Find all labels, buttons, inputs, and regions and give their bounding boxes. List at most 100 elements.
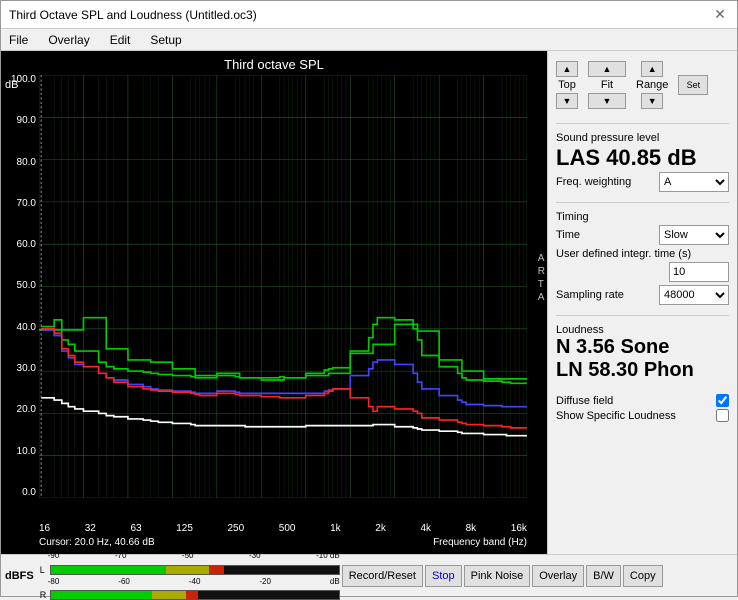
show-specific-label: Show Specific Loudness bbox=[556, 410, 676, 422]
fit-up-button[interactable]: ▲ bbox=[588, 61, 626, 77]
tick-minus90: -90 bbox=[48, 551, 60, 560]
nav-controls: ▲ Top ▼ ▲ Fit ▼ ▲ Range ▼ Set bbox=[556, 57, 729, 113]
tick-minus60: -60 bbox=[118, 577, 130, 586]
l-meter-fill-green bbox=[51, 566, 166, 574]
main-window: Third Octave SPL and Loudness (Untitled.… bbox=[0, 0, 738, 597]
spl-section: Sound pressure level LAS 40.85 dB Freq. … bbox=[556, 123, 729, 194]
main-content: Third octave SPL ARTA dB 100.0 90.0 80.0… bbox=[1, 51, 737, 554]
l-channel-label: L bbox=[40, 565, 48, 575]
l-meter-row: L bbox=[40, 565, 340, 575]
tick-db: dB bbox=[330, 577, 340, 586]
top-up-button[interactable]: ▲ bbox=[556, 61, 578, 77]
loudness-n-value: N 3.56 Sone bbox=[556, 336, 729, 359]
show-specific-row: Show Specific Loudness bbox=[556, 409, 729, 422]
spl-value: LAS 40.85 dB bbox=[556, 146, 729, 170]
checkboxes-section: Diffuse field Show Specific Loudness bbox=[556, 392, 729, 424]
x-tick-250: 250 bbox=[228, 523, 245, 534]
chart-plot bbox=[39, 75, 527, 498]
set-button[interactable]: Set bbox=[678, 75, 708, 95]
time-select[interactable]: Slow Fast Impulse bbox=[659, 225, 729, 245]
close-button[interactable]: ✕ bbox=[711, 6, 729, 24]
meter-labels-bottom: -80 -60 -40 -20 dB bbox=[40, 577, 340, 589]
x-axis-label: Frequency band (Hz) bbox=[433, 537, 527, 548]
x-tick-16k: 16k bbox=[511, 523, 527, 534]
pink-noise-button[interactable]: Pink Noise bbox=[464, 565, 531, 587]
sampling-rate-select[interactable]: 44100 48000 96000 bbox=[659, 285, 729, 305]
r-meter-fill-green bbox=[51, 591, 152, 599]
y-axis-label: dB bbox=[5, 79, 18, 91]
x-tick-8k: 8k bbox=[466, 523, 477, 534]
copy-button[interactable]: Copy bbox=[623, 565, 663, 587]
x-tick-4k: 4k bbox=[420, 523, 431, 534]
menu-overlay[interactable]: Overlay bbox=[44, 32, 93, 48]
freq-weighting-label: Freq. weighting bbox=[556, 176, 631, 188]
tick-minus30: -30 bbox=[249, 551, 261, 560]
meter-labels-top: -90 -70 -50 -30 -10 dB bbox=[40, 551, 340, 563]
diffuse-field-checkbox[interactable] bbox=[716, 394, 729, 407]
freq-weighting-select[interactable]: A B C Z bbox=[659, 172, 729, 192]
tick-minus10db: -10 dB bbox=[316, 551, 340, 560]
chart-area: Third octave SPL ARTA dB 100.0 90.0 80.0… bbox=[1, 51, 547, 554]
r-meter-row: R bbox=[40, 590, 340, 600]
cursor-info: Cursor: 20.0 Hz, 40.66 dB bbox=[39, 537, 155, 548]
x-tick-2k: 2k bbox=[375, 523, 386, 534]
l-meter-fill-red bbox=[209, 566, 223, 574]
sampling-rate-row: Sampling rate 44100 48000 96000 bbox=[556, 285, 729, 305]
fit-down-button[interactable]: ▼ bbox=[588, 93, 626, 109]
range-nav-group: ▲ Range ▼ bbox=[636, 61, 668, 109]
timing-label: Timing bbox=[556, 211, 729, 223]
bottom-bar: dBFS -90 -70 -50 -30 -10 dB L bbox=[1, 554, 737, 596]
user-integr-row: User defined integr. time (s) bbox=[556, 248, 729, 282]
menu-setup[interactable]: Setup bbox=[146, 32, 185, 48]
time-label: Time bbox=[556, 229, 580, 241]
y-axis: 100.0 90.0 80.0 70.0 60.0 50.0 40.0 30.0… bbox=[1, 75, 39, 498]
diffuse-field-label: Diffuse field bbox=[556, 395, 613, 407]
r-meter-fill-yellow bbox=[152, 591, 187, 599]
fit-nav-group: ▲ Fit ▼ bbox=[588, 61, 626, 109]
top-nav-group: ▲ Top ▼ bbox=[556, 61, 578, 109]
l-meter-fill-yellow bbox=[166, 566, 209, 574]
menu-edit[interactable]: Edit bbox=[106, 32, 135, 48]
tick-minus40: -40 bbox=[189, 577, 201, 586]
diffuse-field-row: Diffuse field bbox=[556, 394, 729, 407]
freq-weighting-row: Freq. weighting A B C Z bbox=[556, 172, 729, 192]
action-buttons: Record/Reset Stop Pink Noise Overlay B/W… bbox=[342, 565, 663, 587]
bottom-labels: Cursor: 20.0 Hz, 40.66 dB Frequency band… bbox=[39, 537, 527, 548]
tick-minus80: -80 bbox=[48, 577, 60, 586]
dbfs-label: dBFS bbox=[5, 570, 34, 582]
overlay-button[interactable]: Overlay bbox=[532, 565, 584, 587]
l-meter-bar bbox=[50, 565, 340, 575]
x-axis: 16 32 63 125 250 500 1k 2k 4k 8k 16k bbox=[39, 523, 527, 534]
chart-title: Third octave SPL bbox=[1, 53, 547, 74]
top-down-button[interactable]: ▼ bbox=[556, 93, 578, 109]
set-nav-group: Set bbox=[678, 57, 708, 113]
timing-section: Timing Time Slow Fast Impulse User defin… bbox=[556, 202, 729, 307]
show-specific-checkbox[interactable] bbox=[716, 409, 729, 422]
loudness-label: Loudness bbox=[556, 324, 729, 336]
range-up-button[interactable]: ▲ bbox=[641, 61, 663, 77]
range-down-button[interactable]: ▼ bbox=[641, 93, 663, 109]
title-bar: Third Octave SPL and Loudness (Untitled.… bbox=[1, 1, 737, 29]
x-tick-500: 500 bbox=[279, 523, 296, 534]
range-label: Range bbox=[636, 79, 668, 91]
time-row: Time Slow Fast Impulse bbox=[556, 225, 729, 245]
fit-label: Fit bbox=[601, 79, 613, 91]
x-tick-16: 16 bbox=[39, 523, 50, 534]
tick-minus20: -20 bbox=[259, 577, 271, 586]
record-reset-button[interactable]: Record/Reset bbox=[342, 565, 423, 587]
stop-button[interactable]: Stop bbox=[425, 565, 462, 587]
r-channel-label: R bbox=[40, 590, 48, 600]
user-integr-input[interactable] bbox=[669, 262, 729, 282]
top-label: Top bbox=[558, 79, 576, 91]
tick-minus50: -50 bbox=[182, 551, 194, 560]
x-tick-32: 32 bbox=[85, 523, 96, 534]
chart-watermark: ARTA bbox=[538, 252, 545, 304]
x-tick-1k: 1k bbox=[330, 523, 341, 534]
loudness-section: Loudness N 3.56 Sone LN 58.30 Phon bbox=[556, 315, 729, 382]
bw-button[interactable]: B/W bbox=[586, 565, 621, 587]
x-tick-125: 125 bbox=[176, 523, 193, 534]
chart-svg bbox=[39, 75, 527, 498]
x-tick-63: 63 bbox=[130, 523, 141, 534]
menu-bar: File Overlay Edit Setup bbox=[1, 29, 737, 51]
menu-file[interactable]: File bbox=[5, 32, 32, 48]
